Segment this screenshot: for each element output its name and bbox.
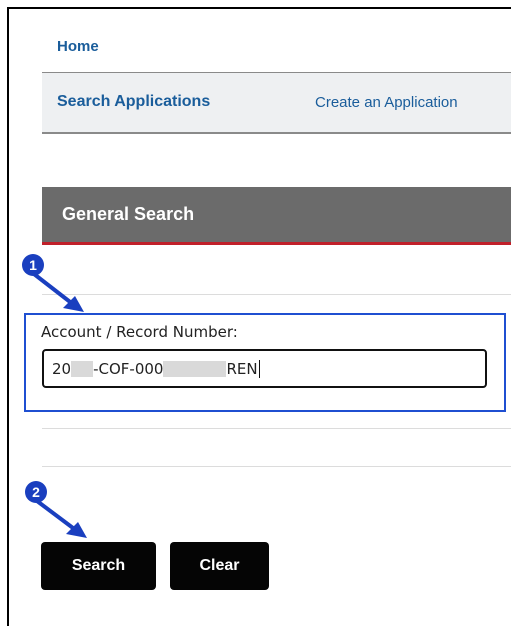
step-2-arrow-icon — [35, 499, 87, 538]
redaction-block — [71, 361, 94, 377]
home-link[interactable]: Home — [57, 38, 99, 55]
search-button[interactable]: Search — [41, 542, 156, 590]
clear-button-label: Clear — [199, 557, 240, 574]
divider — [42, 294, 511, 295]
step-1-arrow-icon — [32, 272, 84, 312]
nav-create-application[interactable]: Create an Application — [315, 94, 458, 111]
section-title: General Search — [62, 204, 195, 224]
text-cursor — [258, 360, 260, 378]
search-button-label: Search — [71, 557, 126, 574]
record-number-input[interactable]: 20 -COF-000 REN — [42, 349, 487, 388]
clear-button[interactable]: Clear — [170, 542, 269, 590]
record-value-part: -COF-000 — [93, 360, 164, 378]
record-number-label: Account / Record Number: — [41, 323, 238, 341]
app-nav-bar: Search Applications Create an Applicatio… — [42, 72, 511, 134]
record-value-part: 20 — [52, 360, 72, 378]
divider — [42, 428, 511, 429]
general-search-header: General Search — [42, 187, 511, 245]
record-value-part: REN — [226, 360, 258, 378]
divider — [42, 466, 511, 467]
record-number-value: 20 -COF-000 REN — [52, 360, 260, 378]
redaction-block — [163, 361, 227, 377]
nav-search-applications[interactable]: Search Applications — [57, 93, 210, 111]
